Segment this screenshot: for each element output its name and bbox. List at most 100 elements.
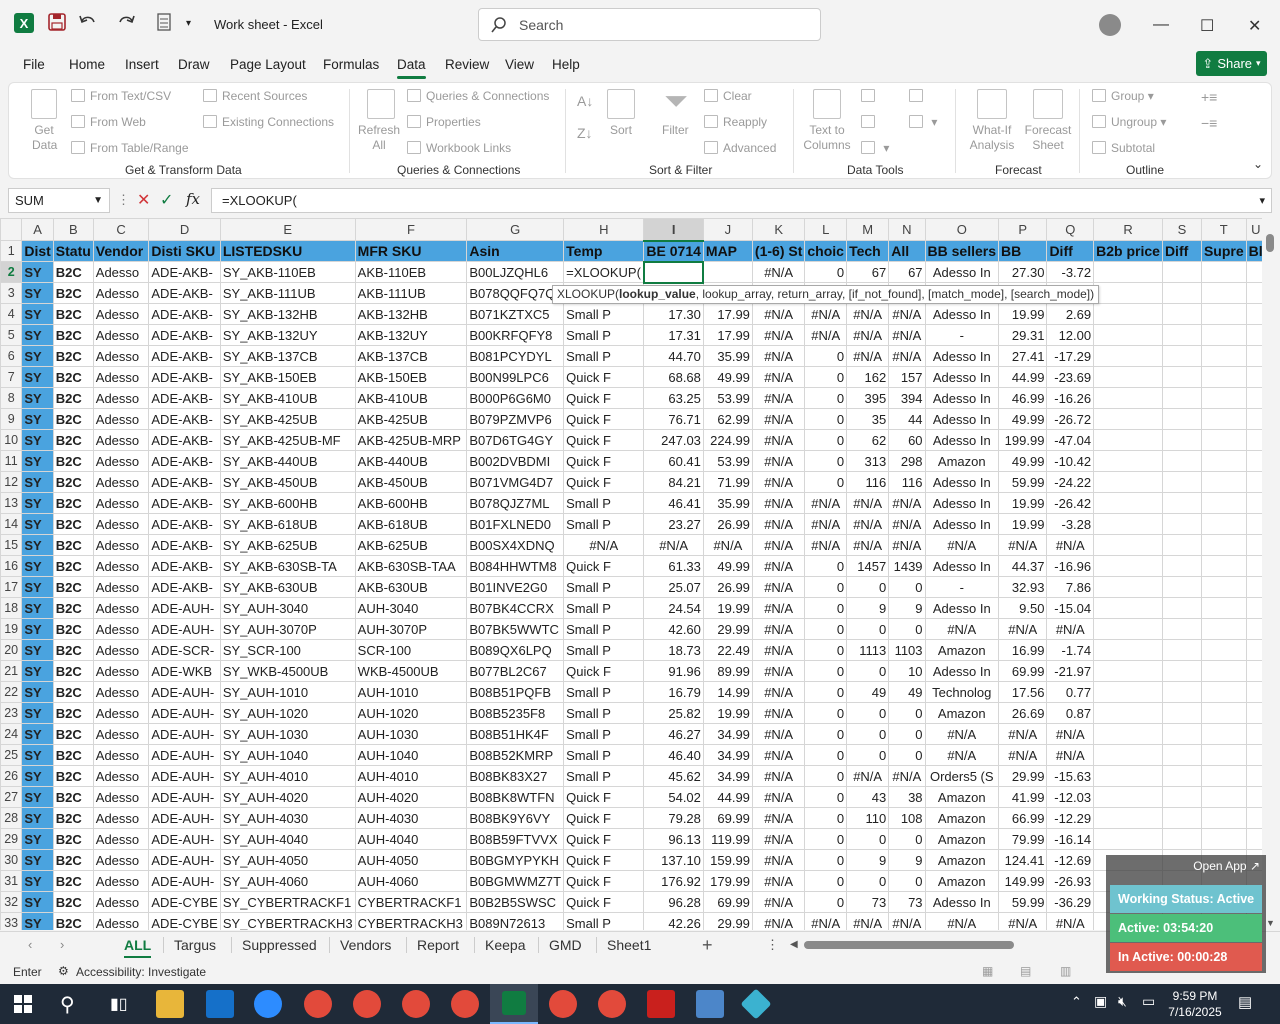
cell[interactable]: 0 — [804, 639, 848, 661]
row-header[interactable]: 17 — [0, 576, 23, 598]
cell[interactable]: SY — [21, 513, 54, 535]
cell[interactable] — [1200, 555, 1247, 577]
cell[interactable]: 0 — [888, 744, 926, 766]
cell[interactable] — [1093, 534, 1163, 556]
cell[interactable]: 71.99 — [702, 471, 753, 493]
cell[interactable]: Quick F — [563, 429, 645, 451]
cell[interactable]: Adesso — [92, 534, 150, 556]
cell[interactable]: 162 — [846, 366, 890, 388]
cell[interactable]: CYBERTRACKF1 — [354, 891, 468, 913]
cell[interactable]: SY — [21, 618, 54, 640]
select-all-corner[interactable] — [0, 218, 23, 241]
cell[interactable]: -36.29 — [1046, 891, 1095, 913]
cell[interactable] — [1161, 681, 1202, 703]
cell[interactable]: Small P — [563, 576, 645, 598]
cell[interactable] — [1200, 450, 1247, 472]
cell[interactable]: 0 — [846, 870, 890, 892]
cell[interactable] — [1200, 471, 1247, 493]
page-layout-view-icon[interactable]: ▤ — [1020, 964, 1031, 978]
cell[interactable] — [1161, 387, 1202, 409]
cell[interactable]: #N/A — [751, 345, 806, 367]
cell[interactable]: #N/A — [804, 303, 848, 325]
cell[interactable]: 395 — [846, 387, 890, 409]
row-header[interactable]: 9 — [0, 408, 23, 430]
cell[interactable]: ADE-AUH- — [148, 765, 221, 787]
cell[interactable]: Quick F — [563, 870, 645, 892]
cell[interactable]: #N/A — [751, 576, 806, 598]
cell[interactable]: B2C — [52, 891, 94, 913]
cell[interactable]: 41.99 — [998, 786, 1048, 808]
cell[interactable]: Small P — [563, 597, 645, 619]
cell[interactable]: B2C — [52, 555, 94, 577]
cell[interactable]: -21.97 — [1046, 660, 1095, 682]
cell[interactable]: SY_CYBERTRACKF1 — [219, 891, 356, 913]
cell[interactable]: ADE-AUH- — [148, 618, 221, 640]
cell[interactable]: ADE-AKB- — [148, 450, 221, 472]
cell[interactable]: #N/A — [998, 534, 1048, 556]
cell[interactable]: SY — [21, 534, 54, 556]
cell[interactable]: SY_AUH-4010 — [219, 765, 356, 787]
cell[interactable]: 44.37 — [998, 555, 1048, 577]
cell[interactable]: Adesso In — [924, 597, 1000, 619]
cell[interactable]: 159.99 — [702, 849, 753, 871]
cell[interactable]: Amazon — [924, 639, 1000, 661]
cell[interactable] — [1200, 597, 1247, 619]
cell[interactable] — [1200, 345, 1247, 367]
cell[interactable]: SY — [21, 849, 54, 871]
cell[interactable]: 45.62 — [643, 765, 704, 787]
cell[interactable]: Small P — [563, 639, 645, 661]
cell[interactable]: SY_AUH-4060 — [219, 870, 356, 892]
cell[interactable]: 34.99 — [702, 723, 753, 745]
cell[interactable] — [1161, 450, 1202, 472]
cell[interactable]: #N/A — [998, 744, 1048, 766]
cell[interactable]: SY_AUH-3070P — [219, 618, 356, 640]
cell[interactable]: Adesso — [92, 450, 150, 472]
cell[interactable] — [1093, 723, 1163, 745]
cell[interactable] — [1200, 282, 1247, 304]
cell[interactable]: 9 — [846, 597, 890, 619]
cell[interactable]: B084HHWTM8 — [466, 555, 565, 577]
cell[interactable]: 19.99 — [702, 597, 753, 619]
cell[interactable] — [1200, 639, 1247, 661]
cell[interactable]: B071KZTXC5 — [466, 303, 565, 325]
cell[interactable]: ADE-AUH- — [148, 807, 221, 829]
cell[interactable] — [1093, 660, 1163, 682]
open-app-link[interactable]: Open App ↗ — [1193, 859, 1260, 873]
cell[interactable]: 44.99 — [702, 786, 753, 808]
file-explorer-icon[interactable] — [156, 990, 184, 1018]
cell[interactable]: 1103 — [888, 639, 926, 661]
tab-page-layout[interactable]: Page Layout — [230, 57, 306, 72]
cell[interactable]: -26.42 — [1046, 492, 1095, 514]
cell[interactable]: ADE-AKB- — [148, 534, 221, 556]
cell[interactable]: 38 — [888, 786, 926, 808]
cell[interactable]: #N/A — [751, 849, 806, 871]
cell[interactable]: B2C — [52, 282, 94, 304]
cell[interactable]: 29.99 — [998, 765, 1048, 787]
queries-connections-button[interactable]: Queries & Connections — [407, 89, 549, 103]
cell[interactable]: AUH-1030 — [354, 723, 468, 745]
cell[interactable]: 0 — [888, 870, 926, 892]
cell[interactable]: ADE-CYBE — [148, 891, 221, 913]
cell[interactable]: SY_AUH-1030 — [219, 723, 356, 745]
filezilla-icon[interactable] — [647, 990, 675, 1018]
cell[interactable]: 0 — [846, 723, 890, 745]
cell[interactable]: -47.04 — [1046, 429, 1095, 451]
row-header[interactable]: 30 — [0, 849, 23, 871]
text-to-columns-button[interactable]: Text to Columns — [801, 123, 853, 153]
cell[interactable]: 53.99 — [702, 450, 753, 472]
cell[interactable]: 27.41 — [998, 345, 1048, 367]
cell[interactable]: B2C — [52, 765, 94, 787]
cell[interactable] — [1093, 744, 1163, 766]
row-header[interactable]: 2 — [0, 261, 23, 283]
cell[interactable]: 68.68 — [643, 366, 704, 388]
column-header[interactable]: N — [888, 218, 926, 241]
chrome-icon[interactable] — [598, 990, 626, 1018]
cell[interactable]: B079PZMVP6 — [466, 408, 565, 430]
cell[interactable] — [1200, 786, 1247, 808]
cell[interactable]: #N/A — [846, 912, 890, 930]
cell[interactable]: 0 — [846, 744, 890, 766]
cell[interactable]: #N/A — [888, 765, 926, 787]
cell[interactable]: 199.99 — [998, 429, 1048, 451]
cell[interactable]: Small P — [563, 618, 645, 640]
cell[interactable]: 157 — [888, 366, 926, 388]
